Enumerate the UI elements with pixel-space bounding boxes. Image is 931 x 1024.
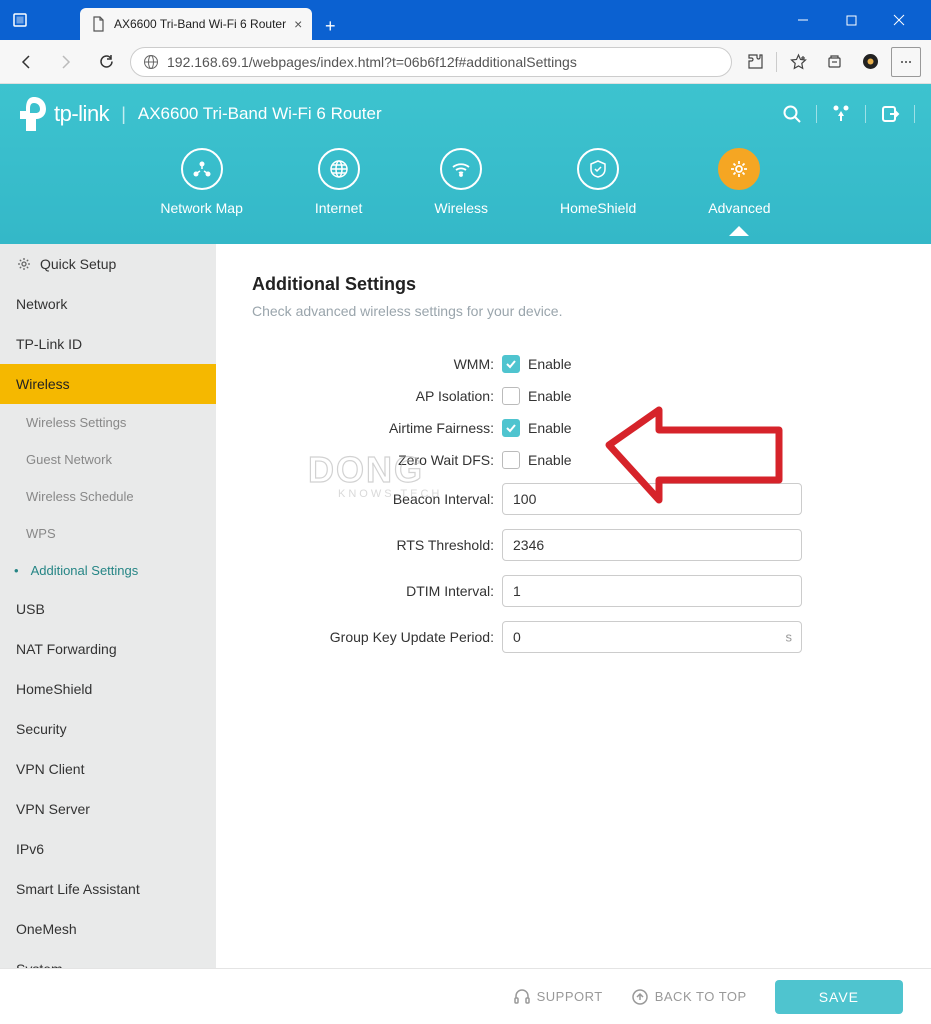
sidebar-sub-wps[interactable]: WPS — [0, 515, 216, 552]
headset-icon — [513, 988, 531, 1006]
sidebar-sub-wireless-schedule[interactable]: Wireless Schedule — [0, 478, 216, 515]
sidebar-item-onemesh[interactable]: OneMesh — [0, 909, 216, 949]
shield-icon — [587, 158, 609, 180]
router-header: tp-link | AX6600 Tri-Band Wi-Fi 6 Router… — [0, 84, 931, 244]
sidebar-item-homeshield[interactable]: HomeShield — [0, 669, 216, 709]
beacon-interval-input[interactable] — [502, 483, 802, 515]
sidebar-item-security[interactable]: Security — [0, 709, 216, 749]
support-link[interactable]: SUPPORT — [513, 988, 603, 1006]
sidebar-item-usb[interactable]: USB — [0, 589, 216, 629]
enable-label: Enable — [528, 356, 572, 372]
page-icon — [90, 16, 106, 32]
favorites-icon[interactable] — [783, 47, 813, 77]
sidebar-item-smart-life[interactable]: Smart Life Assistant — [0, 869, 216, 909]
sidebar-item-ipv6[interactable]: IPv6 — [0, 829, 216, 869]
gear-icon — [16, 256, 32, 272]
arrow-up-icon — [631, 988, 649, 1006]
address-bar[interactable]: 192.168.69.1/webpages/index.html?t=06b6f… — [130, 47, 732, 77]
tabs-icon[interactable] — [8, 8, 32, 32]
wmm-label: WMM: — [252, 356, 502, 372]
product-name: AX6600 Tri-Band Wi-Fi 6 Router — [138, 104, 382, 124]
airtime-fairness-checkbox[interactable] — [502, 419, 520, 437]
extension-icon[interactable] — [740, 47, 770, 77]
sidebar-item-system[interactable]: System — [0, 949, 216, 968]
sidebar-item-vpn-server[interactable]: VPN Server — [0, 789, 216, 829]
footer: SUPPORT BACK TO TOP SAVE — [0, 968, 931, 1024]
refresh-button[interactable] — [90, 46, 122, 78]
nav-homeshield[interactable]: HomeShield — [560, 148, 636, 216]
ap-isolation-checkbox[interactable] — [502, 387, 520, 405]
zero-wait-dfs-checkbox[interactable] — [502, 451, 520, 469]
ap-isolation-label: AP Isolation: — [252, 388, 502, 404]
tplink-logo-icon — [20, 97, 48, 131]
profile-icon[interactable] — [855, 47, 885, 77]
new-tab-button[interactable]: + — [316, 12, 344, 40]
sidebar-sub-guest-network[interactable]: Guest Network — [0, 441, 216, 478]
globe-icon — [143, 54, 159, 70]
browser-titlebar: AX6600 Tri-Band Wi-Fi 6 Router × + — [0, 0, 931, 40]
tab-title: AX6600 Tri-Band Wi-Fi 6 Router — [114, 17, 286, 31]
sidebar-item-nat-forwarding[interactable]: NAT Forwarding — [0, 629, 216, 669]
enable-label: Enable — [528, 420, 572, 436]
sidebar-item-quick-setup[interactable]: Quick Setup — [0, 244, 216, 284]
minimize-button[interactable] — [789, 6, 817, 34]
zero-wait-dfs-label: Zero Wait DFS: — [252, 452, 502, 468]
group-key-input[interactable] — [502, 621, 802, 653]
firmware-icon[interactable] — [831, 104, 851, 124]
dtim-interval-input[interactable] — [502, 575, 802, 607]
nav-internet[interactable]: Internet — [315, 148, 362, 216]
browser-toolbar: 192.168.69.1/webpages/index.html?t=06b6f… — [0, 40, 931, 84]
dtim-interval-label: DTIM Interval: — [252, 583, 502, 599]
nav-wireless[interactable]: Wireless — [434, 148, 488, 216]
wifi-icon — [450, 158, 472, 180]
page-title: Additional Settings — [252, 274, 895, 295]
enable-label: Enable — [528, 452, 572, 468]
rts-threshold-input[interactable] — [502, 529, 802, 561]
brand-logo[interactable]: tp-link — [20, 97, 109, 131]
close-window-button[interactable] — [885, 6, 913, 34]
network-map-icon — [191, 158, 213, 180]
sidebar-sub-wireless-settings[interactable]: Wireless Settings — [0, 404, 216, 441]
main-panel: Additional Settings Check advanced wirel… — [216, 244, 931, 968]
sidebar-item-network[interactable]: Network — [0, 284, 216, 324]
sidebar-item-tplink-id[interactable]: TP-Link ID — [0, 324, 216, 364]
rts-threshold-label: RTS Threshold: — [252, 537, 502, 553]
logo-text: tp-link — [54, 101, 109, 127]
sidebar-sub-additional-settings[interactable]: Additional Settings — [0, 552, 216, 589]
maximize-button[interactable] — [837, 6, 865, 34]
save-button[interactable]: SAVE — [775, 980, 903, 1014]
search-icon[interactable] — [782, 104, 802, 124]
url-text: 192.168.69.1/webpages/index.html?t=06b6f… — [167, 54, 577, 70]
airtime-fairness-label: Airtime Fairness: — [252, 420, 502, 436]
wmm-checkbox[interactable] — [502, 355, 520, 373]
group-key-suffix: s — [786, 630, 793, 645]
globe-icon — [328, 158, 350, 180]
tab-close-icon[interactable]: × — [294, 16, 302, 32]
gear-icon — [728, 158, 750, 180]
back-to-top-link[interactable]: BACK TO TOP — [631, 988, 747, 1006]
group-key-label: Group Key Update Period: — [252, 629, 502, 645]
browser-tab[interactable]: AX6600 Tri-Band Wi-Fi 6 Router × — [80, 8, 312, 40]
collections-icon[interactable] — [819, 47, 849, 77]
nav-network-map[interactable]: Network Map — [160, 148, 242, 216]
sidebar: Quick Setup Network TP-Link ID Wireless … — [0, 244, 216, 968]
forward-button[interactable] — [50, 46, 82, 78]
sidebar-item-wireless[interactable]: Wireless — [0, 364, 216, 404]
beacon-interval-label: Beacon Interval: — [252, 491, 502, 507]
enable-label: Enable — [528, 388, 572, 404]
nav-advanced[interactable]: Advanced — [708, 148, 770, 216]
main-nav: Network Map Internet Wireless HomeShield… — [0, 144, 931, 216]
page-subtitle: Check advanced wireless settings for you… — [252, 303, 895, 319]
back-button[interactable] — [10, 46, 42, 78]
logout-icon[interactable] — [880, 104, 900, 124]
sidebar-item-vpn-client[interactable]: VPN Client — [0, 749, 216, 789]
menu-button[interactable] — [891, 47, 921, 77]
